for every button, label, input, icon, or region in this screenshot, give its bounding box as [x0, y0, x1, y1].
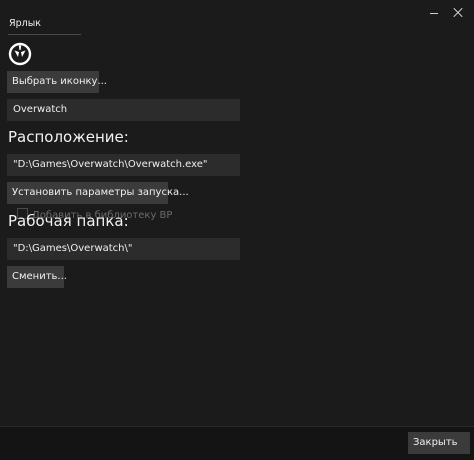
change-workdir-button[interactable]: Сменить... [7, 266, 67, 288]
title-bar: Ярлык [0, 0, 474, 35]
minimize-icon[interactable] [427, 6, 441, 20]
launch-params-button[interactable]: Установить параметры запуска... [7, 182, 189, 204]
tab-underline [8, 34, 81, 35]
location-heading: Расположение: [8, 128, 129, 146]
shortcut-name-field[interactable]: Overwatch [7, 99, 240, 121]
workdir-heading: Рабочая папка: [8, 212, 129, 230]
close-window-icon[interactable] [451, 6, 465, 20]
close-button[interactable]: Закрыть [408, 432, 470, 454]
overwatch-logo-icon [8, 42, 32, 66]
shortcut-dialog: Ярлык Выбрать иконку... Overwatch Распол… [0, 0, 474, 460]
workdir-field[interactable]: "D:\Games\Overwatch\" [7, 238, 240, 260]
target-path-field[interactable]: "D:\Games\Overwatch\Overwatch.exe" [7, 154, 240, 176]
tab-shortcut[interactable]: Ярлык [9, 18, 41, 29]
dialog-footer [0, 426, 474, 460]
choose-icon-button[interactable]: Выбрать иконку... [7, 71, 107, 93]
